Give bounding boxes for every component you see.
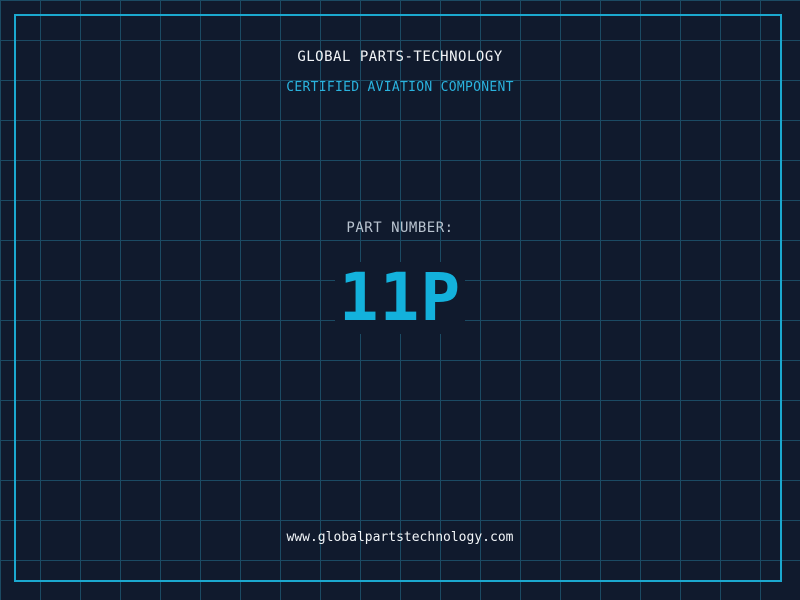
part-number-value: 11P <box>334 262 466 334</box>
company-name: GLOBAL PARTS-TECHNOLOGY <box>297 49 503 65</box>
certification-subtitle: CERTIFIED AVIATION COMPONENT <box>286 80 514 95</box>
part-number-container: 11P <box>0 262 800 334</box>
blueprint-card: GLOBAL PARTS-TECHNOLOGY CERTIFIED AVIATI… <box>0 0 800 600</box>
website-url: www.globalpartstechnology.com <box>286 530 514 545</box>
part-number-label: PART NUMBER: <box>346 220 454 236</box>
